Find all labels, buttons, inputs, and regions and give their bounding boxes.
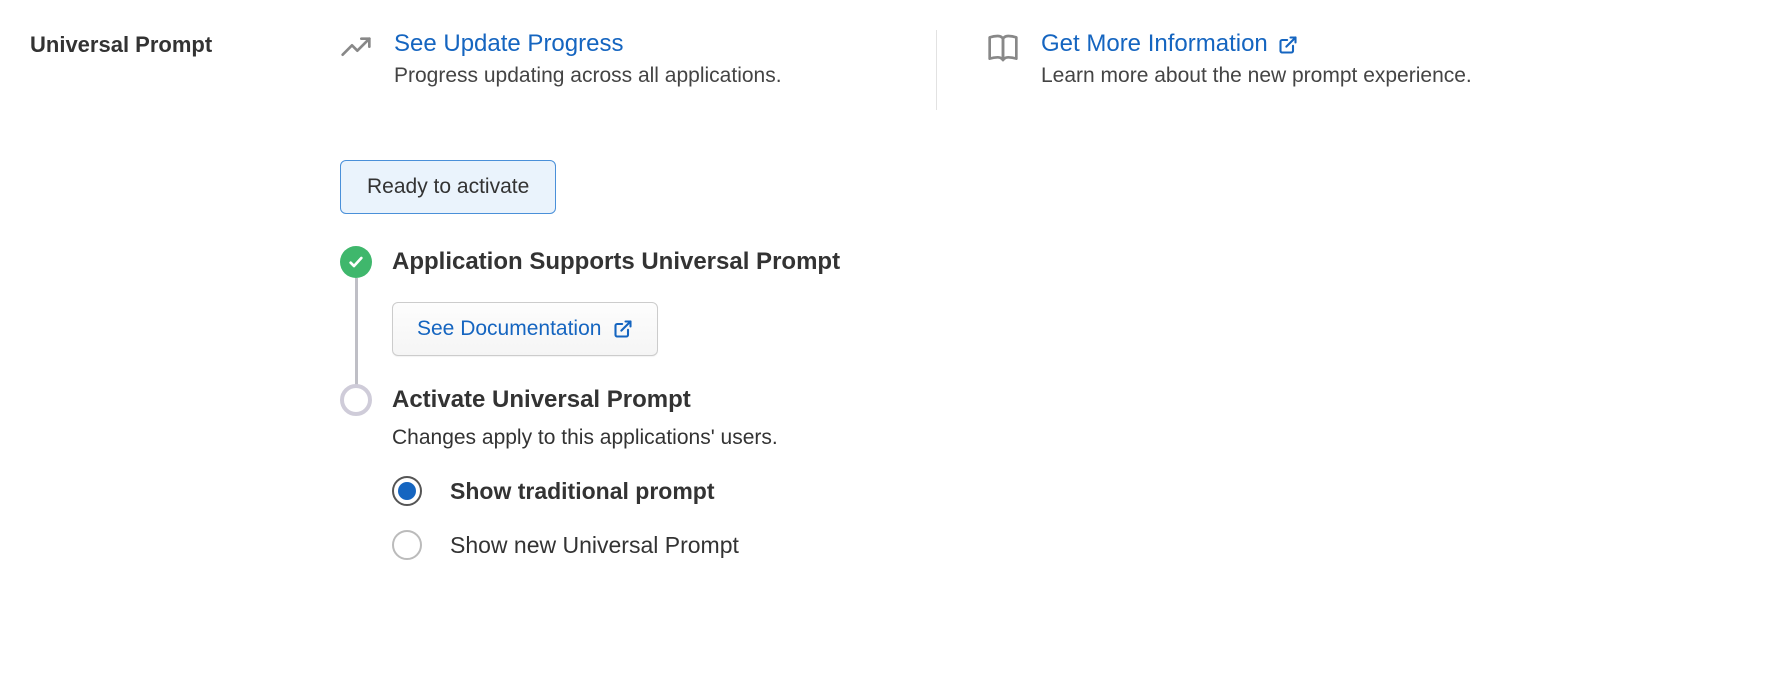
radio-label: Show traditional prompt	[450, 478, 715, 505]
more-info-desc: Learn more about the new prompt experien…	[1041, 64, 1472, 88]
step-activate-title: Activate Universal Prompt	[392, 384, 1754, 414]
radio-selected-icon	[392, 476, 422, 506]
book-icon	[987, 32, 1019, 64]
prompt-radio-group: Show traditional prompt Show new Univers…	[392, 476, 1754, 560]
ready-to-activate-badge: Ready to activate	[340, 160, 556, 214]
step-connector	[355, 278, 358, 386]
radio-unselected-icon	[392, 530, 422, 560]
pending-bullet-icon	[340, 384, 372, 416]
step-supports-title: Application Supports Universal Prompt	[392, 246, 1754, 276]
section-label: Universal Prompt	[30, 30, 340, 58]
update-progress-desc: Progress updating across all application…	[394, 64, 782, 88]
trend-up-icon	[340, 32, 372, 64]
radio-traditional-prompt[interactable]: Show traditional prompt	[392, 476, 1754, 506]
see-update-progress-link[interactable]: See Update Progress	[394, 30, 782, 58]
see-documentation-button[interactable]: See Documentation	[392, 302, 658, 356]
update-progress-block: See Update Progress Progress updating ac…	[340, 30, 936, 88]
radio-new-universal-prompt[interactable]: Show new Universal Prompt	[392, 530, 1754, 560]
main-content: See Update Progress Progress updating ac…	[340, 30, 1754, 584]
step-activate-desc: Changes apply to this applications' user…	[392, 426, 1754, 450]
link-label: See Update Progress	[394, 30, 623, 58]
external-link-icon	[613, 319, 633, 339]
get-more-information-link[interactable]: Get More Information	[1041, 30, 1472, 58]
activation-steps: Application Supports Universal Prompt Se…	[340, 246, 1754, 584]
vertical-divider	[936, 30, 937, 110]
step-supports: Application Supports Universal Prompt Se…	[340, 246, 1754, 384]
link-label: Get More Information	[1041, 30, 1268, 58]
section-title: Universal Prompt	[30, 32, 340, 58]
info-links-row: See Update Progress Progress updating ac…	[340, 30, 1754, 110]
check-icon	[340, 246, 372, 278]
more-info-block: Get More Information Learn more about th…	[987, 30, 1472, 88]
radio-label: Show new Universal Prompt	[450, 532, 739, 559]
external-link-icon	[1278, 34, 1298, 54]
step-activate: Activate Universal Prompt Changes apply …	[340, 384, 1754, 584]
button-label: See Documentation	[417, 317, 601, 341]
